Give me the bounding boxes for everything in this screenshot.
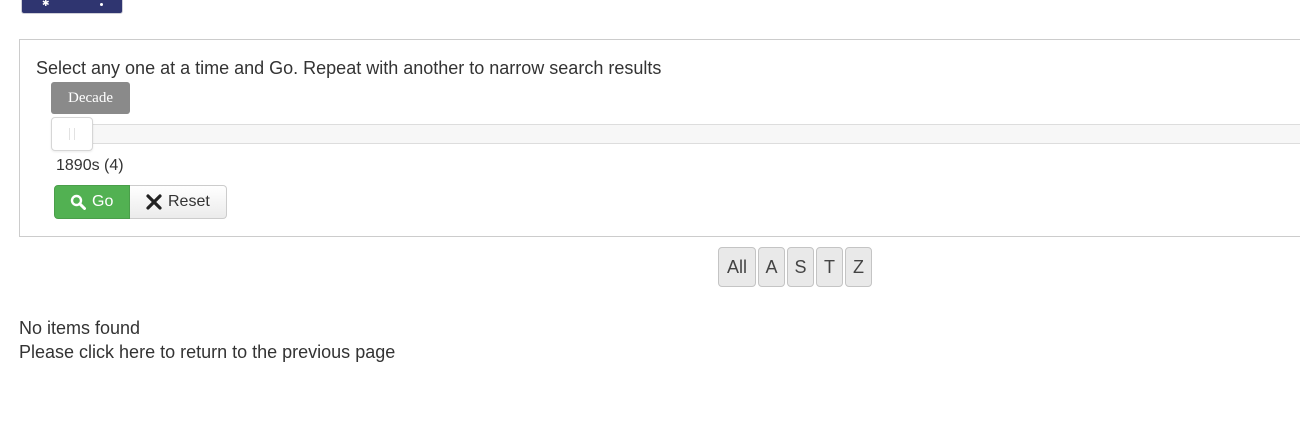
alphabet-button-s[interactable]: S: [787, 247, 814, 287]
star-icon: ✱: [42, 0, 50, 8]
return-suffix: to return to the previous page: [155, 342, 396, 362]
return-link[interactable]: here: [119, 342, 155, 362]
go-button[interactable]: Go: [54, 185, 130, 219]
return-text: Please click here to return to the previ…: [19, 340, 395, 364]
decade-label: Decade: [51, 82, 130, 114]
filter-instructions: Select any one at a time and Go. Repeat …: [36, 58, 662, 78]
grip-line: [74, 128, 75, 140]
empty-results-message: No items found Please click here to retu…: [19, 316, 395, 364]
decade-slider-handle[interactable]: [51, 117, 93, 151]
alphabet-button-a[interactable]: A: [758, 247, 785, 287]
return-prefix: Please click: [19, 342, 120, 362]
reset-button[interactable]: Reset: [130, 185, 227, 219]
alphabet-filter-bar: All A S T Z: [718, 247, 872, 287]
search-icon: [70, 194, 86, 210]
go-label: Go: [92, 193, 114, 210]
filter-button-group: Go Reset: [54, 185, 227, 219]
alphabet-button-z[interactable]: Z: [845, 247, 872, 287]
dot-icon: [100, 3, 103, 6]
alphabet-button-all[interactable]: All: [718, 247, 756, 287]
site-logo[interactable]: ✱: [21, 0, 123, 14]
no-items-text: No items found: [19, 318, 141, 338]
close-icon: [146, 194, 162, 210]
filter-panel: Select any one at a time and Go. Repeat …: [19, 39, 1300, 237]
decade-value: 1890s (4): [56, 157, 124, 174]
grip-line: [69, 128, 70, 140]
reset-label: Reset: [168, 193, 210, 210]
decade-slider-track[interactable]: [51, 124, 1300, 144]
alphabet-button-t[interactable]: T: [816, 247, 843, 287]
